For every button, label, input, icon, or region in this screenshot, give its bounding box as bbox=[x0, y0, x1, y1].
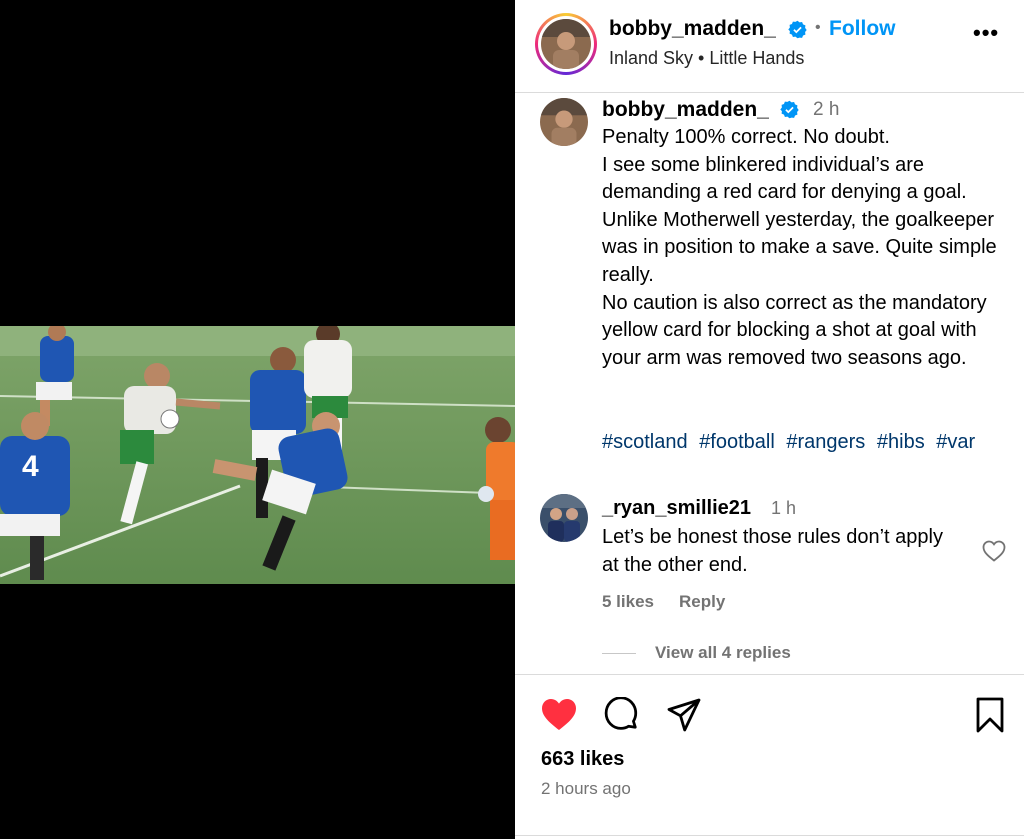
verified-badge-icon bbox=[788, 20, 807, 39]
caption-line: Penalty 100% correct. No doubt. bbox=[602, 126, 890, 148]
caption-line: No caution is also correct as the mandat… bbox=[602, 291, 987, 369]
replies-divider bbox=[602, 653, 636, 654]
hashtag-link[interactable]: #hibs bbox=[877, 431, 925, 453]
football-scene-image: 4 bbox=[0, 326, 515, 584]
share-paper-plane-icon[interactable] bbox=[665, 697, 703, 733]
divider bbox=[515, 674, 1024, 675]
author-avatar-image bbox=[541, 19, 591, 69]
video-frame[interactable]: 4 bbox=[0, 326, 515, 584]
commenter-username[interactable]: _ryan_smillie21 bbox=[602, 497, 751, 520]
more-options-icon[interactable]: ••• bbox=[973, 20, 999, 46]
separator-dot: • bbox=[815, 19, 821, 36]
caption-author-avatar[interactable] bbox=[540, 98, 588, 146]
author-avatar[interactable] bbox=[535, 13, 597, 75]
caption-timestamp[interactable]: 2 h bbox=[813, 99, 839, 121]
caption-hashtags: #scotland #football #rangers #hibs #var bbox=[602, 431, 981, 454]
author-username[interactable]: bobby_madden_ bbox=[609, 17, 776, 41]
comment-timestamp[interactable]: 1 h bbox=[771, 498, 796, 519]
likes-count[interactable]: 663 likes bbox=[541, 748, 624, 771]
audio-track-link[interactable]: Inland Sky • Little Hands bbox=[609, 48, 804, 69]
caption-line: I see some blinkered individual’s are de… bbox=[602, 153, 997, 286]
hashtag-link[interactable]: #var bbox=[936, 431, 975, 453]
bookmark-icon[interactable] bbox=[972, 697, 1010, 733]
follow-button[interactable]: Follow bbox=[829, 17, 896, 41]
caption-text: Penalty 100% correct. No doubt. I see so… bbox=[602, 124, 1012, 372]
hashtag-link[interactable]: #football bbox=[699, 431, 775, 453]
view-replies-button[interactable]: View all 4 replies bbox=[655, 643, 791, 663]
heart-outline-icon[interactable] bbox=[982, 540, 1006, 562]
comment-likes-count[interactable]: 5 likes bbox=[602, 592, 654, 612]
divider bbox=[515, 835, 1024, 836]
comment-bubble-icon[interactable] bbox=[603, 696, 641, 733]
reply-button[interactable]: Reply bbox=[679, 592, 725, 612]
commenter-avatar[interactable] bbox=[540, 494, 588, 542]
heart-filled-icon[interactable] bbox=[540, 697, 578, 733]
post-timestamp[interactable]: 2 hours ago bbox=[541, 779, 631, 799]
verified-badge-icon bbox=[780, 100, 799, 119]
comment-text: Let’s be honest those rules don’t apply … bbox=[602, 526, 943, 576]
shirt-number: 4 bbox=[22, 450, 39, 483]
post-details-panel: bobby_madden_ • Follow Inland Sky • Litt… bbox=[515, 0, 1024, 839]
post-header: bobby_madden_ • Follow Inland Sky • Litt… bbox=[515, 0, 1024, 93]
hashtag-link[interactable]: #scotland bbox=[602, 431, 688, 453]
hashtag-link[interactable]: #rangers bbox=[786, 431, 865, 453]
post-media[interactable]: 4 bbox=[0, 0, 515, 839]
caption-username[interactable]: bobby_madden_ bbox=[602, 98, 769, 122]
